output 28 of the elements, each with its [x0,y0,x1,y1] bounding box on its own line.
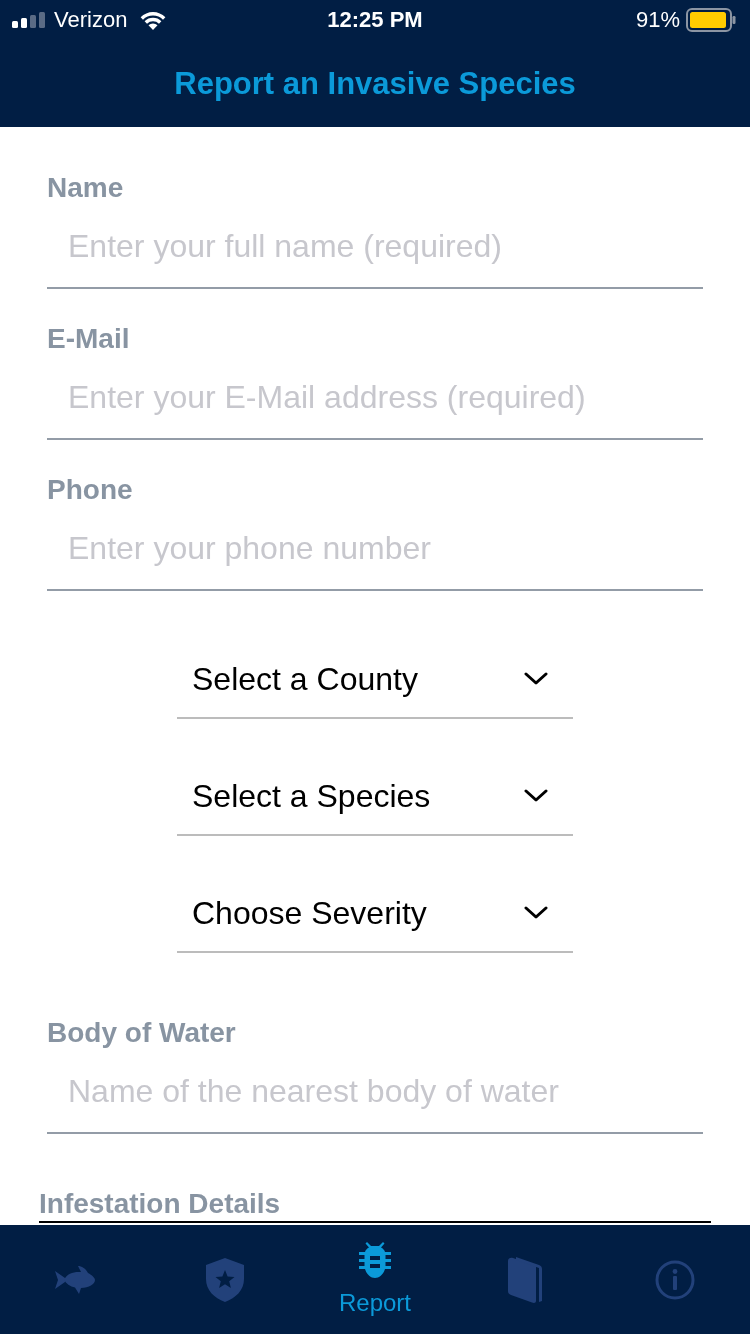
fish-icon [55,1264,95,1295]
chevron-down-icon [524,906,548,920]
info-icon [655,1259,695,1300]
wifi-icon [139,10,168,30]
screen-title: Report an Invasive Species [174,68,576,99]
dropdown-picker[interactable]: Select a County [177,641,573,719]
bug-icon [359,1242,391,1278]
text-input-field[interactable]: Enter your E-Mail address (required) [47,356,703,440]
chevron-down-icon [524,789,548,803]
field-label: Infestation Details [39,1187,282,1221]
field-label: Phone [47,473,134,507]
field-label: Name [47,171,125,205]
field-label: Body of Water [47,1016,237,1050]
text-input-field[interactable]: Enter your full name (required) [47,205,703,289]
field-label: E-Mail [47,322,131,356]
signal-icon [12,12,46,28]
battery-icon [686,8,736,32]
text-input-field[interactable]: Name of the nearest body of water [47,1050,703,1134]
text-input-field[interactable]: Enter your phone number [47,507,703,591]
shield-star-icon [206,1257,244,1302]
book-icon [508,1256,542,1303]
tab-button[interactable]: Report [300,1225,450,1334]
dropdown-picker[interactable]: Choose Severity [177,875,573,953]
time-text: 12:25 PM [327,9,423,31]
chevron-down-icon [524,672,548,686]
carrier-text: Verizon [54,9,128,31]
battery-percent: 91% [635,9,680,31]
dropdown-picker[interactable]: Select a Species [177,758,573,836]
